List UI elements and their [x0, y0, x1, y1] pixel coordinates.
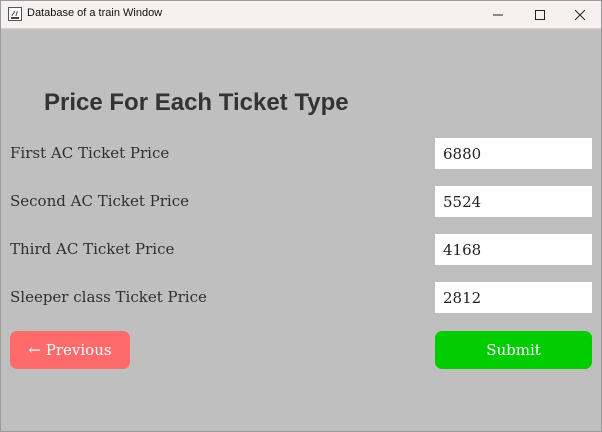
first-ac-price-label: First AC Ticket Price	[10, 144, 170, 162]
second-ac-price-input[interactable]	[435, 186, 592, 217]
java-app-icon	[8, 7, 22, 21]
third-ac-price-input[interactable]	[435, 234, 592, 265]
second-ac-price-label: Second AC Ticket Price	[10, 192, 189, 210]
close-icon	[575, 9, 585, 20]
title-bar: Database of a train Window	[1, 1, 601, 29]
minimize-icon	[493, 14, 503, 15]
page-title: Price For Each Ticket Type	[44, 89, 349, 116]
sleeper-price-label: Sleeper class Ticket Price	[10, 288, 207, 306]
submit-button[interactable]: Submit	[435, 331, 592, 369]
previous-button[interactable]: ← Previous	[10, 331, 130, 369]
app-window: Database of a train Window Price For Eac…	[0, 0, 602, 432]
window-title: Database of a train Window	[27, 7, 163, 19]
maximize-icon	[535, 9, 545, 20]
close-button[interactable]	[557, 1, 601, 28]
third-ac-price-label: Third AC Ticket Price	[10, 240, 175, 258]
minimize-button[interactable]	[475, 1, 521, 28]
first-ac-price-input[interactable]	[435, 138, 592, 169]
sleeper-price-input[interactable]	[435, 282, 592, 313]
